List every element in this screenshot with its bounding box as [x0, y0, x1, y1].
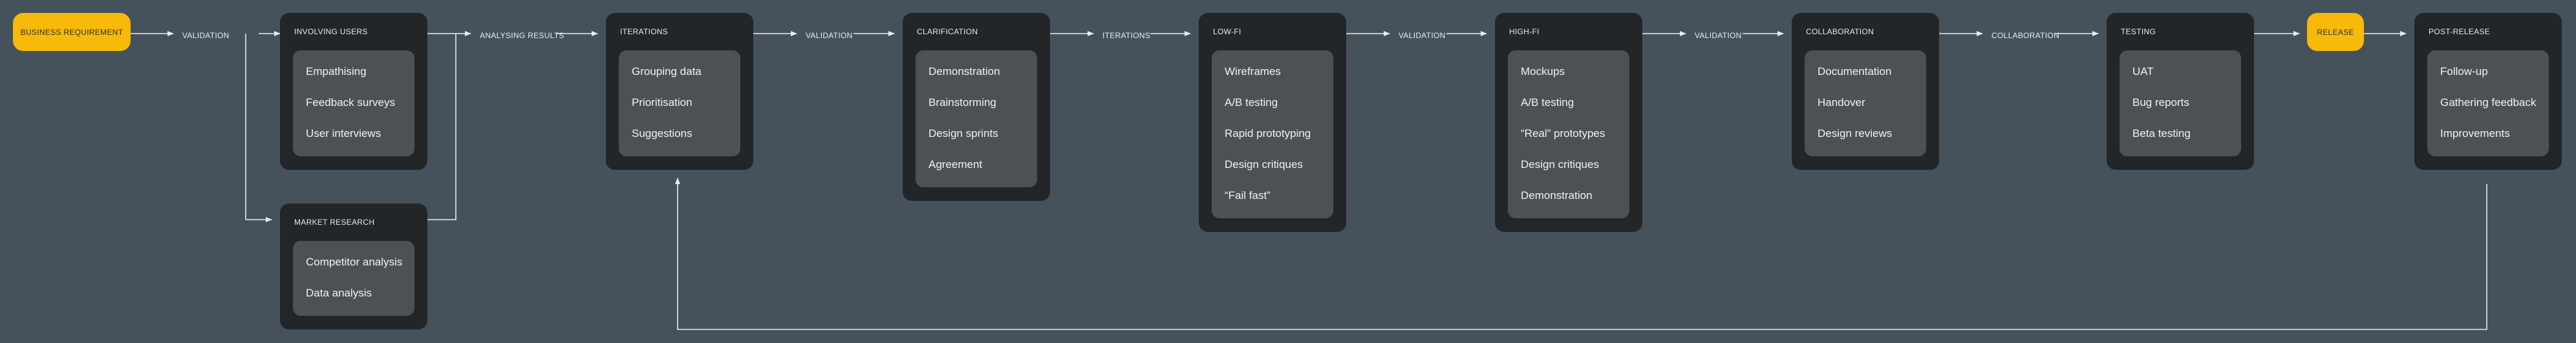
merge-line — [427, 34, 456, 220]
list-item: Demonstration — [928, 65, 1000, 78]
card-title: TESTING — [2121, 27, 2156, 36]
list-item: Bug reports — [2132, 96, 2189, 109]
list-item: “Real” prototypes — [1521, 127, 1605, 140]
edge-label-validation: VALIDATION — [1399, 31, 1446, 40]
card-title: ITERATIONS — [620, 27, 669, 36]
list-item: Rapid prototyping — [1225, 127, 1311, 140]
card-iterations: ITERATIONS Grouping data Prioritisation … — [606, 13, 753, 170]
list-item: Wireframes — [1225, 65, 1281, 78]
list-item: “Fail fast” — [1225, 189, 1271, 202]
list-item: Design reviews — [1818, 127, 1893, 140]
card-post-release: POST-RELEASE Follow-up Gathering feedbac… — [2414, 13, 2562, 170]
card-clarification: CLARIFICATION Demonstration Brainstormin… — [903, 13, 1050, 201]
list-item: UAT — [2132, 65, 2154, 78]
list-item: Data analysis — [306, 287, 372, 299]
list-item: Competitor analysis — [306, 256, 403, 268]
card-items-panel: Demonstration Brainstorming Design sprin… — [916, 50, 1037, 187]
list-item: Design sprints — [928, 127, 998, 140]
card-title: LOW-FI — [1213, 27, 1241, 36]
business-requirement-pill: BUSINESS REQUIREMENT — [13, 13, 131, 51]
edge-label-validation: VALIDATION — [182, 31, 230, 40]
card-title: MARKET RESEARCH — [294, 218, 375, 227]
card-title: COLLABORATION — [1806, 27, 1874, 36]
card-low-fi: LOW-FI Wireframes A/B testing Rapid prot… — [1199, 13, 1346, 232]
card-title: INVOLVING USERS — [294, 27, 368, 36]
list-item: Gathering feedback — [2440, 96, 2537, 109]
process-flow-diagram: BUSINESS REQUIREMENT VALIDATION ANALYSIN… — [0, 0, 2576, 343]
edge-label-collaboration: COLLABORATION — [1991, 31, 2060, 40]
list-item: Feedback surveys — [306, 96, 395, 109]
release-pill: RELEASE — [2307, 13, 2364, 51]
card-high-fi: HIGH-FI Mockups A/B testing “Real” proto… — [1495, 13, 1642, 232]
list-item: Agreement — [928, 158, 983, 171]
list-item: A/B testing — [1225, 96, 1278, 109]
card-items-panel: Documentation Handover Design reviews — [1805, 50, 1926, 156]
card-items-panel: Follow-up Gathering feedback Improvement… — [2427, 50, 2549, 156]
edge-label-iterations: ITERATIONS — [1102, 31, 1151, 40]
list-item: Documentation — [1818, 65, 1892, 78]
card-items-panel: Competitor analysis Data analysis — [293, 241, 414, 316]
card-items-panel: Wireframes A/B testing Rapid prototyping… — [1212, 50, 1333, 218]
list-item: User interviews — [306, 127, 381, 140]
edge-label-validation: VALIDATION — [806, 31, 853, 40]
card-items-panel: Grouping data Prioritisation Suggestions — [619, 50, 740, 156]
list-item: Mockups — [1521, 65, 1565, 78]
list-item: Beta testing — [2132, 127, 2191, 140]
list-item: Follow-up — [2440, 65, 2488, 78]
list-item: Improvements — [2440, 127, 2510, 140]
list-item: Handover — [1818, 96, 1865, 109]
list-item: Design critiques — [1521, 158, 1599, 171]
card-title: POST-RELEASE — [2429, 27, 2490, 36]
list-item: Brainstorming — [928, 96, 996, 109]
list-item: Suggestions — [632, 127, 692, 140]
list-item: Grouping data — [632, 65, 702, 78]
edge-label-analysing-results: ANALYSING RESULTS — [480, 31, 564, 40]
card-items-panel: Empathising Feedback surveys User interv… — [293, 50, 414, 156]
card-title: CLARIFICATION — [917, 27, 978, 36]
card-items-panel: Mockups A/B testing “Real” prototypes De… — [1508, 50, 1629, 218]
list-item: Demonstration — [1521, 189, 1593, 202]
edge-label-validation: VALIDATION — [1695, 31, 1742, 40]
list-item: Empathising — [306, 65, 367, 78]
card-title: HIGH-FI — [1509, 27, 1540, 36]
card-market-research: MARKET RESEARCH Competitor analysis Data… — [280, 203, 427, 329]
list-item: A/B testing — [1521, 96, 1574, 109]
card-items-panel: UAT Bug reports Beta testing — [2120, 50, 2241, 156]
card-testing: TESTING UAT Bug reports Beta testing — [2107, 13, 2254, 170]
card-involving-users: INVOLVING USERS Empathising Feedback sur… — [280, 13, 427, 170]
list-item: Design critiques — [1225, 158, 1303, 171]
card-collaboration: COLLABORATION Documentation Handover Des… — [1792, 13, 1939, 170]
list-item: Prioritisation — [632, 96, 692, 109]
